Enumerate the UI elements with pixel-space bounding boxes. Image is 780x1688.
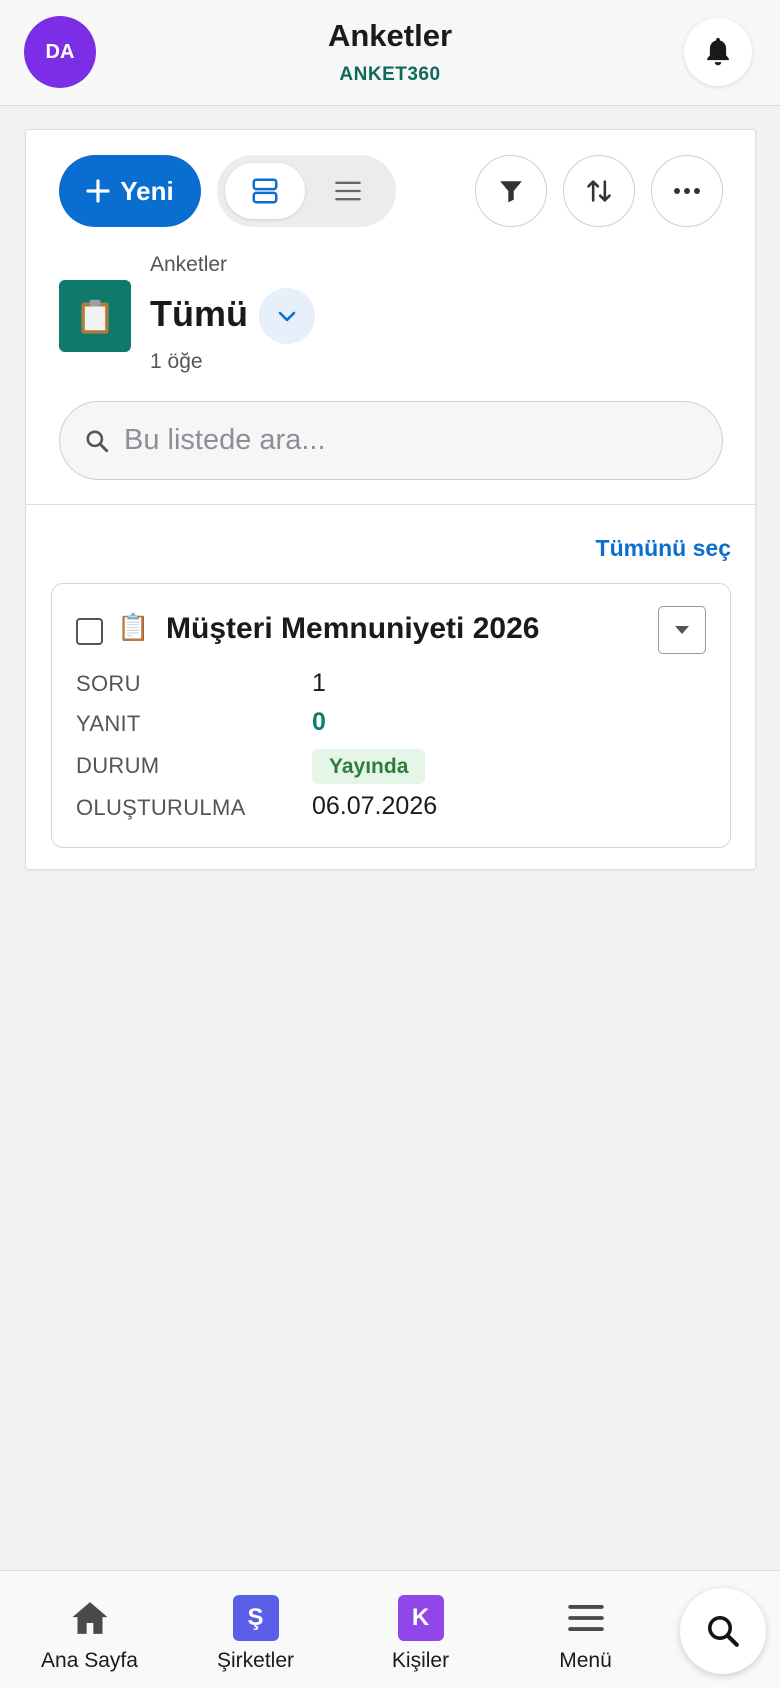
clipboard-icon [59,280,131,352]
page-title: Anketler [327,18,453,53]
module-label: Anketler [150,253,228,276]
field-label-responses: YANIT [76,711,141,736]
contacts-icon: K [397,1595,444,1641]
filter-button[interactable] [475,155,547,227]
nav-label-menu: Menü [559,1649,612,1672]
bell-icon [707,37,729,66]
filter-icon [500,181,522,203]
record-card[interactable]: 📋 Müşteri Memnuniyeti 2026 SORU 1 YANIT … [51,583,731,848]
list-panel: Yeni Anketler Tümü 1 öğe Bu listede ara.… [25,129,756,870]
app-header: DA Anketler ANKET360 [0,0,780,106]
search-icon [86,429,109,452]
card-view-button[interactable] [225,163,305,219]
status-badge: Yayında [312,749,426,784]
home-icon [67,1595,113,1641]
field-value-questions: 1 [312,669,326,697]
companies-icon: Ş [232,1595,279,1641]
divider [26,504,755,505]
sort-button[interactable] [563,155,635,227]
record-checkbox[interactable] [76,618,103,645]
search-input[interactable] [124,424,684,457]
chevron-down-icon [278,311,296,322]
nav-item-menu[interactable]: Menü [503,1571,668,1688]
nav-label-companies: Şirketler [216,1649,295,1672]
new-button-label: Yeni [120,175,174,206]
caret-down-icon [675,626,689,634]
card-view-icon [252,178,278,204]
search-box [59,401,723,480]
nav-item-contacts[interactable]: K Kişiler [338,1571,503,1688]
field-label-status: DURUM [76,753,160,778]
nav-label-home: Ana Sayfa [41,1649,138,1672]
list-view-name: Tümü [150,293,248,334]
menu-icon [563,1595,609,1641]
view-selector-dropdown[interactable] [259,288,315,344]
bottom-navigation: Ana Sayfa Ş Şirketler K Kişiler Menü [0,1570,780,1688]
more-icon [674,188,700,194]
item-count: 1 öğe [150,350,203,373]
more-options-button[interactable] [651,155,723,227]
field-value-responses: 0 [312,708,326,736]
nav-item-companies[interactable]: Ş Şirketler [173,1571,338,1688]
select-all-link[interactable]: Tümünü seç [596,535,731,562]
global-search-button[interactable] [680,1588,766,1674]
search-icon [707,1615,739,1647]
field-label-created: OLUŞTURULMA [76,795,246,820]
notifications-button[interactable] [684,18,752,86]
nav-item-home[interactable]: Ana Sayfa [7,1571,172,1688]
list-view-button[interactable] [308,163,388,219]
new-record-button[interactable]: Yeni [59,155,201,227]
field-value-created: 06.07.2026 [312,792,438,820]
list-view-icon [335,181,361,201]
companies-tile: Ş [232,1595,279,1641]
record-title[interactable]: Müşteri Memnuniyeti 2026 [166,612,539,646]
contacts-tile: K [397,1595,444,1641]
app-subtitle: ANKET360 [339,64,441,85]
nav-label-contacts: Kişiler [391,1649,450,1672]
record-actions-dropdown[interactable] [658,606,706,654]
sort-icon [587,180,611,202]
clipboard-icon: 📋 [117,612,150,642]
plus-icon [86,179,110,203]
field-label-questions: SORU [76,671,141,696]
view-mode-toggle [217,155,396,227]
